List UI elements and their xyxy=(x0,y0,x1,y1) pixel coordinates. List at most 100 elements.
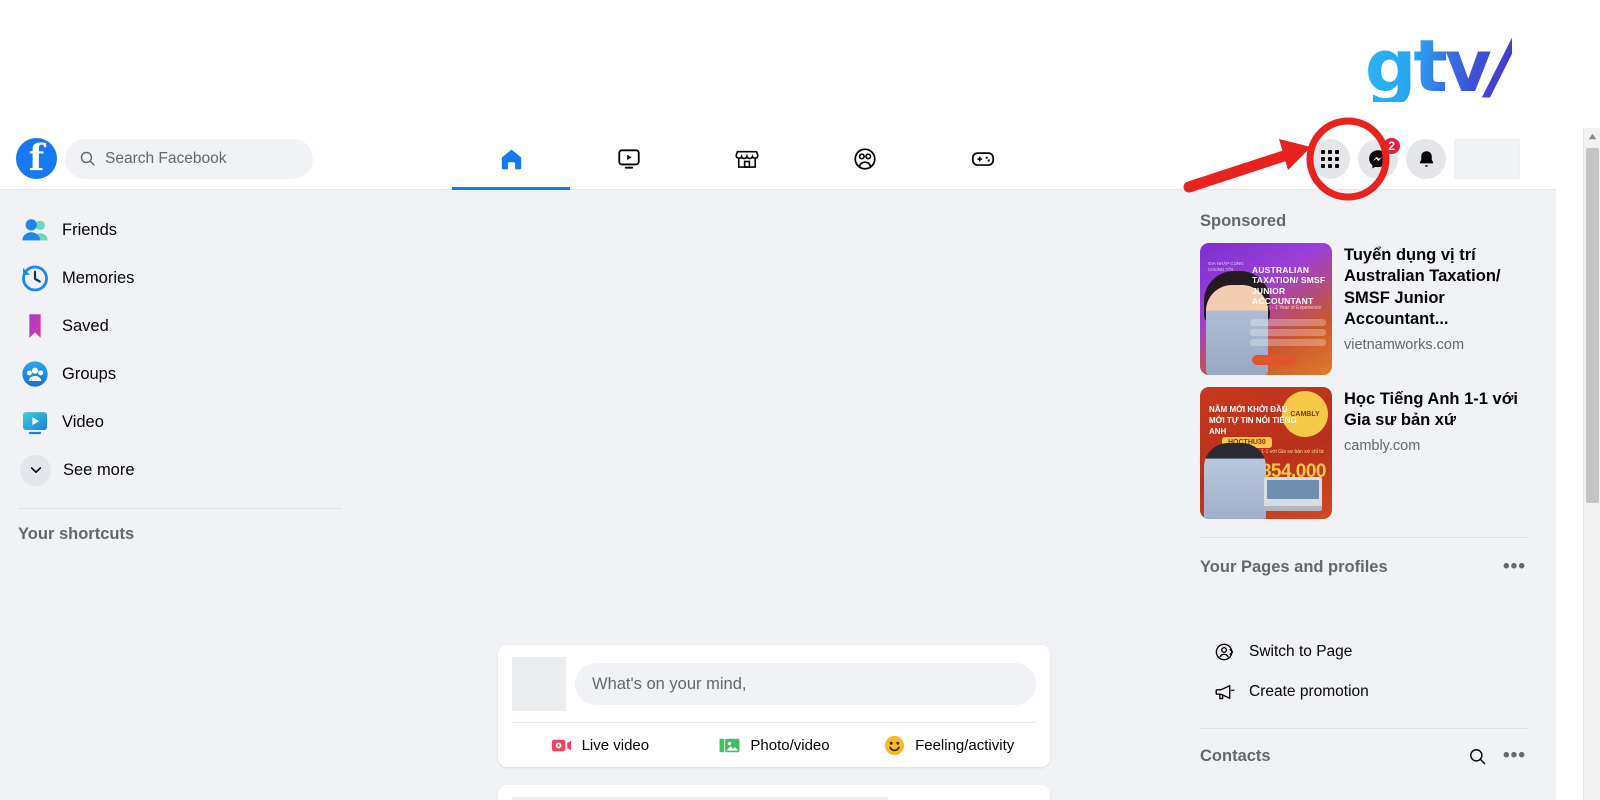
main-feed-column: What's on your mind, Live video Photo/vi… xyxy=(498,190,1050,800)
home-icon xyxy=(501,149,521,169)
gtv-logo: gtv/ xyxy=(1364,24,1512,108)
your-shortcuts-heading: Your shortcuts xyxy=(18,525,135,543)
sidebar-divider xyxy=(18,508,342,509)
sponsored-label: Sponsored xyxy=(1200,212,1287,230)
post-composer: What's on your mind, Live video Photo/vi… xyxy=(498,645,1050,767)
ad-thumbnail: CAMBLY NĂM MỚI KHỞI ĐẦU MỚI TỰ TIN NÓI T… xyxy=(1200,387,1332,519)
header-nav xyxy=(452,128,1042,190)
ad-title: Tuyển dụng vị trí Australian Taxation/ S… xyxy=(1344,246,1501,329)
chevron-down-icon xyxy=(30,467,41,473)
ad-creative-subheading: (Fresher) - 1 Year of Experience xyxy=(1250,305,1322,311)
sidebar-item-saved[interactable]: Saved xyxy=(14,302,348,350)
notifications-button[interactable] xyxy=(1406,139,1446,179)
search-placeholder: Search Facebook xyxy=(105,149,227,167)
ad-text-block: Tuyển dụng vị trí Australian Taxation/ S… xyxy=(1344,243,1528,375)
feeling-activity-icon xyxy=(884,735,905,755)
ad-creative-heading: AUSTRALIAN TAXATION/ SMSF JUNIOR ACCOUNT… xyxy=(1252,265,1326,307)
messenger-badge: 2 xyxy=(1381,136,1402,156)
scrollbar-thumb[interactable] xyxy=(1586,148,1599,503)
contacts-more-button[interactable]: ••• xyxy=(1503,745,1526,767)
groups-icon xyxy=(854,148,876,170)
ad-creative-rows xyxy=(1250,319,1326,349)
menu-grid-icon xyxy=(1321,150,1339,168)
ad-domain: vietnamworks.com xyxy=(1344,336,1465,353)
composer-top-row: What's on your mind, xyxy=(512,657,1036,711)
sidebar-item-see-more[interactable]: See more xyxy=(14,446,348,494)
header-left-group: Search Facebook xyxy=(0,138,313,179)
facebook-window: Search Facebook xyxy=(0,128,1556,800)
sidebar-item-video[interactable]: Video xyxy=(14,398,348,446)
nav-tab-gaming[interactable] xyxy=(924,128,1042,190)
contacts-heading-row: Contacts ••• xyxy=(1188,745,1544,767)
composer-action-label: Photo/video xyxy=(750,736,830,754)
create-promotion-label: Create promotion xyxy=(1249,683,1369,700)
sidebar-item-label: Memories xyxy=(62,268,135,287)
contacts-divider xyxy=(1200,728,1528,729)
search-input[interactable]: Search Facebook xyxy=(65,138,313,179)
facebook-header: Search Facebook xyxy=(0,128,1556,190)
photo-video-icon xyxy=(719,738,740,752)
search-icon xyxy=(80,151,95,166)
ad-thumbnail: GIA NHẬP CÙNG CHÚNG TÔI AUSTRALIAN TAXAT… xyxy=(1200,243,1332,375)
ad-creative-cta xyxy=(1252,355,1296,365)
composer-action-label: Feeling/activity xyxy=(915,736,1015,754)
contacts-actions: ••• xyxy=(1468,745,1526,767)
ad-text-block: Học Tiếng Anh 1-1 với Gia sư bản xứ camb… xyxy=(1344,387,1528,519)
pages-more-button[interactable]: ••• xyxy=(1503,556,1526,578)
composer-placeholder: What's on your mind, xyxy=(592,674,747,693)
sponsored-ad-item[interactable]: CAMBLY NĂM MỚI KHỞI ĐẦU MỚI TỰ TIN NÓI T… xyxy=(1188,375,1544,519)
sidebar-item-label: See more xyxy=(63,460,135,479)
switch-page-icon xyxy=(1215,643,1234,661)
sidebar-item-friends[interactable]: Friends xyxy=(14,206,348,254)
composer-live-video-button[interactable]: Live video xyxy=(512,734,687,757)
scroll-up-button[interactable] xyxy=(1584,128,1600,145)
switch-to-page-link[interactable]: Switch to Page xyxy=(1188,632,1544,672)
pages-heading: Your Pages and profiles xyxy=(1200,557,1388,576)
sidebar-item-label: Video xyxy=(62,412,104,431)
page-scrollbar[interactable] xyxy=(1583,128,1600,800)
bell-icon xyxy=(1419,150,1433,167)
nav-tab-home[interactable] xyxy=(452,128,570,190)
account-avatar[interactable] xyxy=(1454,139,1520,179)
scroll-up-arrow-icon xyxy=(1588,133,1597,140)
nav-tab-groups[interactable] xyxy=(806,128,924,190)
composer-input[interactable]: What's on your mind, xyxy=(575,663,1036,705)
composer-photo-video-button[interactable]: Photo/video xyxy=(687,734,862,757)
ad-figure xyxy=(1204,443,1266,519)
facebook-logo-icon[interactable] xyxy=(16,138,57,179)
megaphone-icon xyxy=(1215,685,1235,700)
composer-feeling-activity-button[interactable]: Feeling/activity xyxy=(861,734,1036,757)
sidebar-item-memories[interactable]: Memories xyxy=(14,254,348,302)
live-video-icon xyxy=(551,739,571,751)
left-sidebar: Friends Memories Saved Groups Video See … xyxy=(0,190,360,800)
composer-avatar xyxy=(512,657,566,711)
contacts-heading: Contacts xyxy=(1200,746,1271,765)
sidebar-item-label: Groups xyxy=(62,364,117,383)
menu-grid-button[interactable] xyxy=(1310,139,1350,179)
composer-action-label: Live video xyxy=(581,736,650,754)
sidebar-item-label: Saved xyxy=(62,316,109,335)
ad-laptop xyxy=(1264,477,1322,511)
composer-actions: Live video Photo/video Feeling/activity xyxy=(512,723,1036,767)
groups-circle-icon xyxy=(22,361,48,387)
top-white-band: gtv/ xyxy=(0,0,1600,128)
gtv-logo-text: gtv xyxy=(1364,24,1489,108)
pages-empty-space xyxy=(1188,578,1544,632)
create-promotion-link[interactable]: Create promotion xyxy=(1188,672,1544,712)
storefront-icon xyxy=(735,150,759,168)
sponsored-ad-item[interactable]: GIA NHẬP CÙNG CHÚNG TÔI AUSTRALIAN TAXAT… xyxy=(1188,231,1544,375)
nav-tab-marketplace[interactable] xyxy=(688,128,806,190)
search-icon[interactable] xyxy=(1468,747,1487,766)
switch-to-page-label: Switch to Page xyxy=(1249,643,1353,660)
right-rail: Sponsored GIA NHẬP CÙNG CHÚNG TÔI AUSTRA… xyxy=(1188,190,1544,800)
memories-clock-icon xyxy=(22,265,48,292)
pages-heading-row: Your Pages and profiles ••• xyxy=(1188,556,1544,578)
nav-tab-watch[interactable] xyxy=(570,128,688,190)
video-play-icon xyxy=(23,412,47,435)
messenger-button[interactable]: 2 xyxy=(1358,136,1402,179)
saved-bookmark-icon xyxy=(29,314,41,338)
ad-title: Học Tiếng Anh 1-1 với Gia sư bản xứ xyxy=(1344,390,1519,430)
screen-root: gtv/ Search Facebook xyxy=(0,0,1600,800)
video-icon xyxy=(618,149,640,169)
sidebar-item-groups[interactable]: Groups xyxy=(14,350,348,398)
